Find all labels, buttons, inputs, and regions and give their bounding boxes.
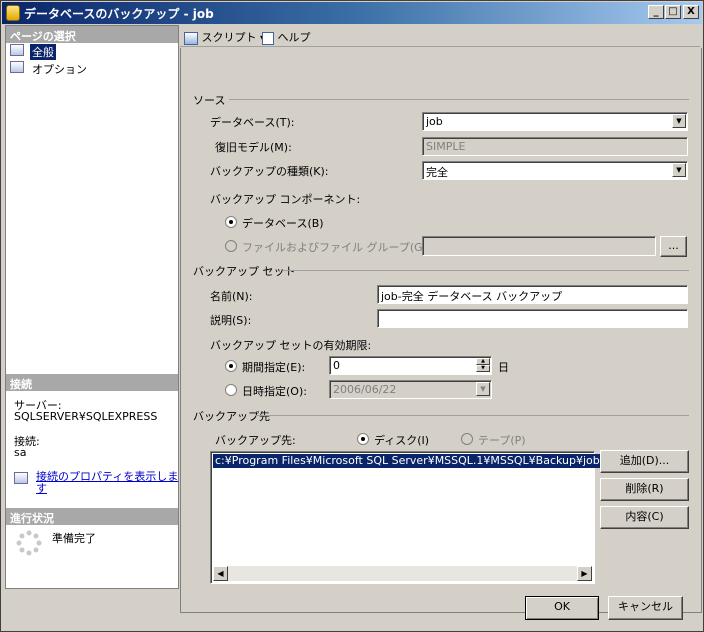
database-select[interactable]: job ▼: [422, 112, 688, 131]
database-label: データベース(T):: [210, 116, 295, 129]
expire-period-value: 0: [333, 359, 340, 372]
chevron-down-icon[interactable]: ▼: [672, 114, 686, 128]
list-item[interactable]: c:¥Program Files¥Microsoft SQL Server¥MS…: [213, 454, 626, 468]
page-item-label: 全般: [30, 44, 56, 60]
connection-properties-icon: [14, 472, 28, 484]
expire-date-label: 日時指定(O):: [242, 385, 307, 398]
help-button[interactable]: ヘルプ: [262, 29, 311, 45]
expire-period-unit: 日: [498, 361, 509, 374]
add-button[interactable]: 追加(D)...: [600, 450, 689, 473]
toolbar: スクリプト ▼ ヘルプ: [180, 25, 700, 47]
disk-radio[interactable]: [357, 433, 369, 445]
expire-period-label: 期間指定(E):: [242, 361, 306, 374]
chevron-down-icon[interactable]: ▼: [672, 163, 686, 177]
help-label: ヘルプ: [277, 31, 311, 44]
component-database-label: データベース(B): [242, 217, 324, 230]
minimize-button[interactable]: _: [648, 5, 664, 19]
backup-set-group-header: バックアップ セット: [193, 265, 296, 278]
description-input[interactable]: [377, 309, 688, 328]
component-database-radio[interactable]: [225, 216, 237, 228]
name-input[interactable]: job-完全 データベース バックアップ: [377, 285, 688, 304]
expire-date-value: 2006/06/22: [333, 383, 397, 396]
name-label: 名前(N):: [210, 290, 253, 303]
destination-list[interactable]: c:¥Program Files¥Microsoft SQL Server¥MS…: [210, 451, 626, 584]
file-group-field: [422, 236, 656, 256]
connection-properties-link[interactable]: 接続のプロパティを表示しま: [36, 471, 178, 483]
backup-component-label: バックアップ コンポーネント:: [210, 193, 361, 206]
database-value: job: [426, 115, 443, 128]
recovery-model-field: SIMPLE: [422, 137, 688, 156]
backup-to-label: バックアップ先:: [215, 434, 296, 447]
horizontal-scrollbar[interactable]: ◀ ▶: [213, 566, 592, 581]
scroll-left-icon[interactable]: ◀: [213, 566, 228, 581]
close-button[interactable]: X: [683, 5, 699, 19]
ok-button[interactable]: OK: [525, 596, 599, 620]
window-title: データベースのバックアップ - job: [24, 7, 214, 21]
page-item-label: オプション: [32, 63, 87, 76]
page-icon: [10, 61, 24, 73]
title-bar[interactable]: データベースのバックアップ - job _ □ X: [2, 2, 702, 24]
script-label: スクリプト: [201, 31, 257, 44]
spin-up-icon[interactable]: ▲: [476, 358, 490, 365]
recovery-model-label: 復旧モデル(M):: [215, 141, 292, 154]
component-files-label: ファイルおよびファイル グループ(G):: [242, 241, 431, 254]
remove-button[interactable]: 削除(R): [600, 478, 689, 501]
script-icon: [184, 31, 198, 45]
database-icon: [6, 5, 20, 21]
chevron-down-icon: ▼: [476, 382, 490, 396]
connection-value: sa: [14, 446, 27, 459]
divider: [255, 415, 689, 416]
right-pane: スクリプト ▼ ヘルプ ソース データベース(T): job ▼ 復旧モデル(M…: [180, 25, 702, 613]
backup-type-label: バックアップの種類(K):: [210, 165, 329, 178]
page-select-header: ページの選択: [6, 26, 178, 43]
progress-status: 準備完了: [52, 532, 96, 545]
general-page-panel: ソース データベース(T): job ▼ 復旧モデル(M): SIMPLE バッ…: [180, 48, 702, 613]
help-icon: [262, 31, 274, 45]
cancel-button[interactable]: キャンセル: [608, 596, 683, 620]
expire-date-picker: 2006/06/22 ▼: [329, 380, 492, 399]
scroll-right-icon[interactable]: ▶: [577, 566, 592, 581]
contents-button[interactable]: 内容(C): [600, 506, 689, 529]
connection-properties-link-cont[interactable]: す: [36, 483, 47, 495]
expire-period-radio[interactable]: [225, 360, 237, 372]
left-pane: ページの選択 全般 オプション 接続 サーバー: SQLSERVER¥SQLEX…: [5, 25, 179, 589]
disk-label: ディスク(I): [374, 434, 430, 447]
spin-down-icon[interactable]: ▼: [476, 365, 490, 372]
expire-date-radio[interactable]: [225, 384, 237, 396]
divider: [283, 270, 689, 271]
tape-radio[interactable]: [461, 433, 473, 445]
progress-header: 進行状況: [6, 508, 178, 525]
connection-header: 接続: [6, 374, 178, 391]
dialog-window: データベースのバックアップ - job _ □ X ページの選択 全般 オプショ…: [0, 0, 704, 632]
source-group-header: ソース: [193, 94, 226, 107]
backup-type-select[interactable]: 完全 ▼: [422, 161, 688, 180]
server-value: SQLSERVER¥SQLEXPRESS: [14, 410, 158, 423]
maximize-button[interactable]: □: [665, 5, 681, 19]
component-files-radio[interactable]: [225, 240, 237, 252]
divider: [229, 99, 689, 100]
expire-period-input[interactable]: 0 ▲ ▼: [329, 356, 492, 375]
progress-spinner-icon: [16, 530, 42, 556]
expiration-label: バックアップ セットの有効期限:: [210, 339, 372, 352]
script-button[interactable]: スクリプト ▼: [184, 29, 266, 45]
backup-type-value: 完全: [426, 166, 448, 179]
browse-button[interactable]: ...: [660, 236, 687, 257]
description-label: 説明(S):: [210, 314, 252, 327]
page-icon: [10, 44, 24, 56]
destination-group-header: バックアップ先: [193, 410, 270, 423]
tape-label: テープ(P): [478, 434, 526, 447]
